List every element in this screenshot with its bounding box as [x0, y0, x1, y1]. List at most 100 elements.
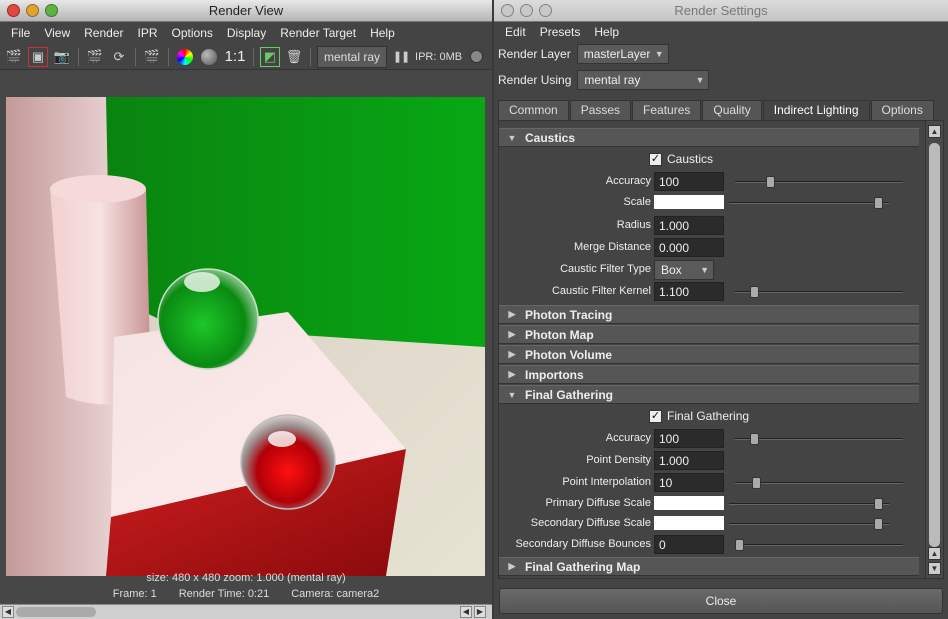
slider-thumb[interactable]: [752, 477, 761, 489]
menu-render[interactable]: Render: [77, 26, 130, 40]
tab-common[interactable]: Common: [498, 100, 569, 120]
render-using-select[interactable]: mental ray ▼: [577, 70, 710, 90]
field-label: Caustic Filter Type: [560, 263, 651, 275]
slider-thumb[interactable]: [874, 498, 883, 510]
menu-help[interactable]: Help: [587, 25, 626, 39]
caustics-radius-field[interactable]: 1.000: [654, 216, 724, 235]
caustic-filter-kernel-field[interactable]: 1.100: [654, 282, 724, 301]
caustics-scale-row: Scale: [499, 192, 919, 214]
scroll-up-icon[interactable]: ▲: [928, 125, 941, 138]
render-layer-select[interactable]: masterLayer ▼: [576, 44, 669, 64]
caustics-scale-slider[interactable]: [729, 197, 889, 209]
menu-presets[interactable]: Presets: [533, 25, 588, 39]
rendered-scene: [6, 97, 485, 576]
real-size-button[interactable]: 1:1: [223, 47, 247, 67]
ipr-clapper-icon[interactable]: 🎬: [85, 47, 105, 67]
primary-diffuse-swatch[interactable]: [654, 496, 724, 510]
tab-features[interactable]: Features: [632, 100, 702, 120]
menu-options[interactable]: Options: [165, 26, 220, 40]
slider-thumb[interactable]: [750, 286, 759, 298]
rgb-channels-icon[interactable]: [175, 47, 195, 67]
section-caustics-label: Caustics: [525, 130, 576, 145]
slider-thumb[interactable]: [735, 539, 744, 551]
slider-thumb[interactable]: [874, 518, 883, 530]
menu-view[interactable]: View: [37, 26, 77, 40]
render-view-title: Render View: [208, 3, 284, 18]
menu-help[interactable]: Help: [363, 26, 402, 40]
point-interpolation-slider[interactable]: [735, 477, 903, 489]
section-photon-tracing[interactable]: ▶ Photon Tracing: [499, 305, 919, 324]
secondary-diffuse-slider[interactable]: [729, 518, 889, 530]
render-settings-window: Render Settings Edit Presets Help Render…: [494, 0, 948, 619]
ipr-status-icon: [466, 47, 486, 67]
zoom-window-icon[interactable]: [45, 4, 58, 17]
section-caustics[interactable]: ▼ Caustics: [499, 128, 919, 147]
secondary-diffuse-swatch[interactable]: [654, 516, 724, 530]
slider-thumb[interactable]: [750, 433, 759, 445]
clapper-render-icon[interactable]: 🎬: [4, 47, 24, 67]
final-gathering-checkbox-label: Final Gathering: [667, 409, 750, 423]
scroll-left-icon[interactable]: ◀: [460, 606, 472, 618]
secondary-diffuse-row: Secondary Diffuse Scale: [499, 513, 919, 535]
scrollbar-thumb[interactable]: [929, 143, 940, 547]
scroll-right-icon[interactable]: ▶: [474, 606, 486, 618]
primary-diffuse-slider[interactable]: [729, 498, 889, 510]
merge-distance-field[interactable]: 0.000: [654, 238, 724, 257]
slider-thumb[interactable]: [766, 176, 775, 188]
minimize-window-icon[interactable]: [26, 4, 39, 17]
zoom-window-icon[interactable]: [539, 4, 552, 17]
tab-passes[interactable]: Passes: [569, 100, 632, 120]
snapshot-camera-icon[interactable]: 📷: [52, 47, 72, 67]
secondary-bounces-field[interactable]: 0: [654, 535, 724, 554]
section-importons[interactable]: ▶ Importons: [499, 365, 919, 384]
close-window-icon[interactable]: [501, 4, 514, 17]
fg-accuracy-slider[interactable]: [735, 433, 903, 445]
section-photon-volume[interactable]: ▶ Photon Volume: [499, 345, 919, 364]
tab-options[interactable]: Options: [870, 100, 934, 120]
remove-image-icon[interactable]: 🗑: [284, 47, 304, 67]
secondary-bounces-slider[interactable]: [735, 539, 903, 551]
render-viewport[interactable]: size: 480 x 480 zoom: 1.000 (mental ray)…: [0, 70, 492, 605]
final-gathering-checkbox[interactable]: ✓ Final Gathering: [649, 409, 749, 423]
render-region-icon[interactable]: ▣: [28, 46, 48, 67]
refresh-icon[interactable]: ⟳: [109, 47, 129, 67]
point-interpolation-field[interactable]: 10: [654, 473, 724, 492]
render-using-row: Render Using mental ray ▼: [494, 69, 948, 91]
minimize-window-icon[interactable]: [520, 4, 533, 17]
point-density-field[interactable]: 1.000: [654, 451, 724, 470]
caustics-checkbox[interactable]: ✓ Caustics: [649, 152, 713, 166]
renderer-select[interactable]: mental ray: [317, 45, 388, 68]
render-using-value: mental ray: [584, 73, 641, 87]
tab-indirect-lighting[interactable]: Indirect Lighting: [762, 100, 870, 120]
menu-ipr[interactable]: IPR: [131, 26, 165, 40]
render-layer-row: Render Layer masterLayer ▼: [494, 43, 948, 65]
slider-thumb[interactable]: [874, 197, 883, 209]
render-sequence-icon[interactable]: 🎬: [142, 47, 162, 67]
menu-render-target[interactable]: Render Target: [273, 26, 363, 40]
section-final-gathering-map[interactable]: ▶ Final Gathering Map: [499, 557, 919, 576]
pause-ipr-icon[interactable]: ❚❚: [391, 47, 411, 67]
scroll-down-icon[interactable]: ▼: [928, 562, 941, 575]
keep-image-icon[interactable]: ◩: [260, 46, 280, 67]
alpha-channel-icon[interactable]: [199, 47, 219, 67]
horizontal-scrollbar[interactable]: ◀ ◀ ▶: [0, 604, 492, 619]
scroll-left-icon[interactable]: ◀: [2, 606, 14, 618]
caustics-accuracy-slider[interactable]: [735, 176, 903, 188]
close-window-icon[interactable]: [7, 4, 20, 17]
scrollbar-thumb[interactable]: [16, 607, 96, 617]
caustics-accuracy-field[interactable]: 100: [654, 172, 724, 191]
section-photon-map[interactable]: ▶ Photon Map: [499, 325, 919, 344]
settings-vertical-scrollbar[interactable]: ▲ ▲ ▼: [925, 121, 943, 578]
close-button[interactable]: Close: [499, 588, 943, 614]
caustics-scale-swatch[interactable]: [654, 195, 724, 209]
scroll-up-icon[interactable]: ▲: [928, 547, 941, 560]
menu-display[interactable]: Display: [220, 26, 273, 40]
fg-accuracy-field[interactable]: 100: [654, 429, 724, 448]
menu-edit[interactable]: Edit: [498, 25, 533, 39]
caustic-filter-kernel-slider[interactable]: [735, 286, 903, 298]
tab-quality[interactable]: Quality: [702, 100, 762, 120]
caustic-filter-type-select[interactable]: Box ▼: [654, 260, 714, 280]
collapsed-triangle-icon: ▶: [508, 329, 516, 339]
menu-file[interactable]: File: [4, 26, 37, 40]
section-final-gathering[interactable]: ▼ Final Gathering: [499, 385, 919, 404]
